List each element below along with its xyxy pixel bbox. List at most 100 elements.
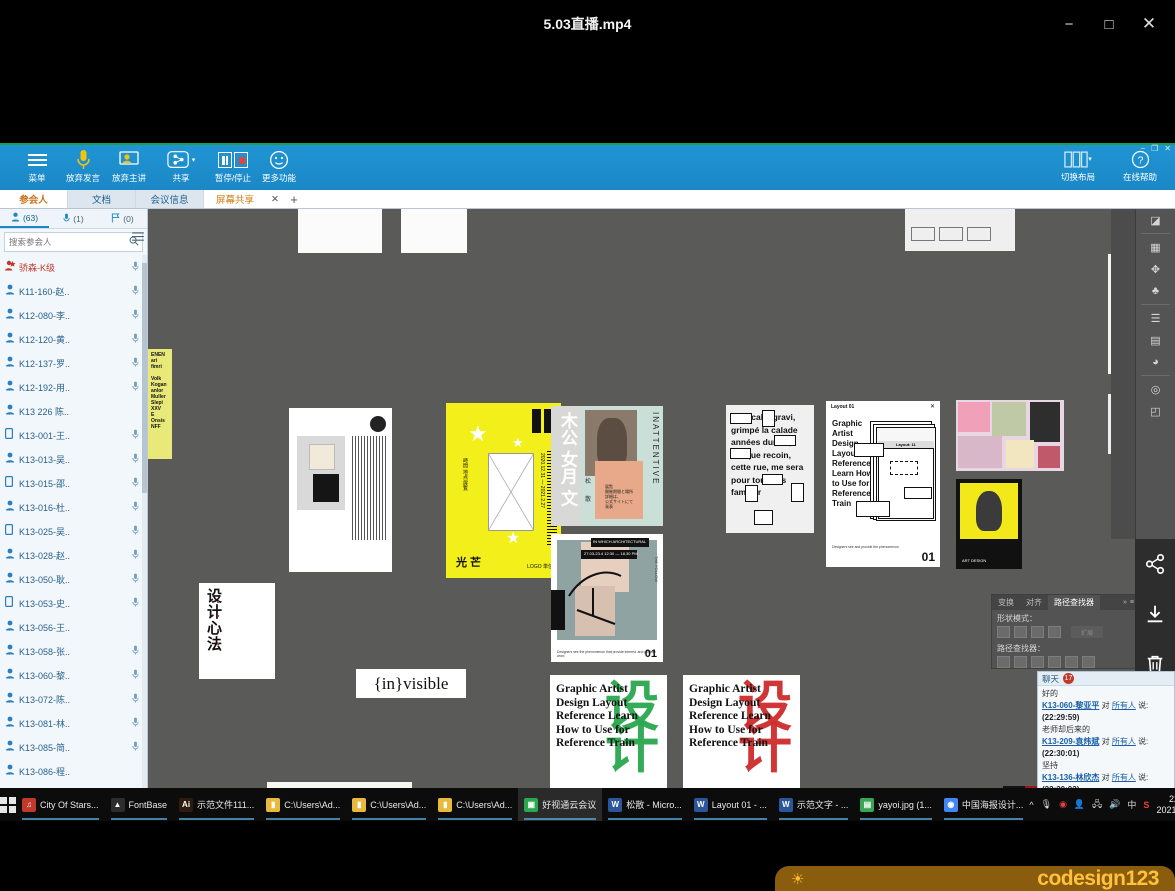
person-icon[interactable]: 👤 — [1074, 799, 1085, 810]
sidebar-tab-people[interactable]: (63) — [0, 209, 49, 228]
toolbar-help-button[interactable]: ? 在线帮助 — [1109, 147, 1171, 189]
volume-icon[interactable]: 🔊 — [1109, 799, 1120, 810]
taskbar-clock[interactable]: 22:30 2021/5/3 — [1156, 794, 1175, 816]
chat-sender[interactable]: K13-136-林欣杰 — [1042, 773, 1099, 782]
mic-icon[interactable] — [129, 645, 142, 657]
shared-desktop-canvas[interactable]: ENEN ari fimri Volk Kogan anlor Muller Slepi XXV… — [148, 209, 1175, 805]
chat-recipient[interactable]: 所有人 — [1112, 701, 1136, 710]
mic-icon[interactable] — [129, 741, 142, 753]
participant-row[interactable]: K13-072-陈.. — [0, 687, 147, 711]
intersect-button[interactable] — [1031, 626, 1044, 638]
participant-row[interactable]: K13-085-简.. — [0, 735, 147, 759]
panel-menu-icon[interactable]: ≡ — [1130, 599, 1134, 606]
toolbar-layout-button[interactable]: ▾ 切换布局 — [1047, 147, 1109, 189]
illustrator-tool-strip[interactable]: ◪ ▦ ✥ ♣ ☰ ▤ ◕ ◎ ◰ — [1135, 209, 1175, 539]
mic-icon[interactable] — [129, 573, 142, 585]
chat-sender[interactable]: K13-060-黎亚平 — [1042, 701, 1099, 710]
toolbar-more-button[interactable]: 更多功能 — [248, 148, 310, 190]
taskbar-item[interactable]: W 示范文字 - ... — [773, 788, 855, 821]
participant-row[interactable]: K13-013-吴.. — [0, 447, 147, 471]
mic-icon[interactable] — [129, 477, 142, 489]
poster-sheet-top-c[interactable] — [905, 209, 1015, 251]
poster-collage-pink[interactable] — [956, 400, 1064, 471]
brushes-icon[interactable]: ✥ — [1136, 258, 1175, 280]
layers-icon[interactable]: ☰ — [1136, 307, 1175, 329]
participant-row[interactable]: K13-025-吴.. — [0, 519, 147, 543]
transparency-icon[interactable]: ◕ — [1136, 351, 1175, 373]
close-icon[interactable]: ✕ — [266, 190, 284, 208]
poster-book-spread[interactable] — [289, 408, 392, 572]
poster-guangmang[interactable]: ★ ★ ★ 時間 地点 展覧 2020.12.31 — 2021.2.27 光 … — [446, 403, 561, 578]
participant-row[interactable]: K13-028-赵.. — [0, 543, 147, 567]
participant-row[interactable]: K12-192-用.. — [0, 375, 147, 399]
participant-row[interactable]: K12-137-罗.. — [0, 351, 147, 375]
mic-icon[interactable] — [129, 261, 142, 273]
taskbar-item[interactable]: W 松散 - Micro... — [602, 788, 688, 821]
taskbar-item[interactable]: ◉ 中国海报设计... — [938, 788, 1030, 821]
taskbar-item[interactable]: ▣ 好视通云会议 — [518, 788, 603, 821]
download-icon[interactable] — [1135, 589, 1175, 639]
taskbar-item[interactable]: ▮ C:\Users\Ad... — [260, 788, 346, 821]
poster-design-heart[interactable]: 设计心法 ■ ■ ■ ■ — [199, 583, 275, 679]
close-button[interactable]: ✕ — [1129, 4, 1169, 44]
poster-photo-01[interactable]: IN WHICH ARCHITECTURAL 27.03-23.4 12:30 … — [551, 534, 663, 662]
share-nodes-icon[interactable] — [1135, 539, 1175, 589]
minus-front-button[interactable] — [1014, 626, 1027, 638]
tab-documents[interactable]: 文档 — [68, 190, 136, 208]
taskbar-item[interactable]: ♫ City Of Stars... — [16, 788, 105, 821]
shield-icon[interactable]: ◉ — [1059, 799, 1067, 810]
mic-icon[interactable] — [129, 549, 142, 561]
chat-recipient[interactable]: 所有人 — [1112, 737, 1136, 746]
illustrator-pathfinder-panel[interactable]: 变换 对齐 路径查找器 » ≡ 形状模式： 扩展 路径查找器： — [991, 594, 1139, 669]
mic-icon[interactable] — [129, 717, 142, 729]
participant-row[interactable]: K13-001-王.. — [0, 423, 147, 447]
participant-row[interactable]: K13-056-王.. — [0, 615, 147, 639]
mic-icon[interactable] — [129, 285, 142, 297]
start-button[interactable] — [0, 796, 16, 813]
sidebar-tab-flag[interactable]: (0) — [98, 209, 147, 228]
participants-scrollbar[interactable] — [142, 255, 147, 803]
symbols-icon[interactable]: ♣ — [1136, 280, 1175, 302]
poster-yellow-book-left[interactable]: ENEN ari fimri Volk Kogan anlor Muller Slepi XXV… — [148, 349, 172, 459]
participant-row[interactable]: K13 226 陈.. — [0, 399, 147, 423]
poster-layout-01[interactable]: Layout 01 ✕ Graphic Artist Design Layout… — [826, 401, 940, 567]
participant-row[interactable]: K12-120-黄.. — [0, 327, 147, 351]
shape-mode-buttons[interactable]: 扩展 — [992, 624, 1138, 640]
promo-banner[interactable]: ☀ codesign123 — [775, 866, 1175, 891]
participant-row[interactable]: K13-086-程.. — [0, 759, 147, 783]
poster-yellow-face[interactable]: ART DESIGN — [956, 479, 1022, 569]
illustrator-panel-tabs[interactable] — [1111, 209, 1135, 539]
trim-button[interactable] — [1014, 656, 1027, 668]
mic-icon[interactable] — [129, 309, 142, 321]
sidebar-tab-mic[interactable]: (1) — [49, 209, 98, 228]
search-input[interactable] — [5, 237, 126, 247]
participant-row[interactable]: K12-080-李.. — [0, 303, 147, 327]
mic-icon[interactable]: 🎙 — [1041, 799, 1052, 810]
taskbar-item[interactable]: ▤ yayoi.jpg (1... — [854, 788, 938, 821]
outline-button[interactable] — [1065, 656, 1078, 668]
swatches-icon[interactable]: ▦ — [1136, 236, 1175, 258]
artboard-icon[interactable]: ◪ — [1136, 209, 1175, 231]
chat-sender[interactable]: K13-209-袁炜斌 — [1042, 737, 1099, 746]
minus-back-button[interactable] — [1082, 656, 1095, 668]
network-icon[interactable]: 🖧 — [1092, 797, 1102, 813]
expand-button[interactable]: 扩展 — [1071, 626, 1103, 638]
poster-sheet-top-b[interactable] — [401, 209, 467, 253]
tab-align[interactable]: 对齐 — [1020, 595, 1048, 610]
ime-label[interactable]: 中 — [1127, 798, 1136, 811]
mic-icon[interactable] — [129, 357, 142, 369]
taskbar-item[interactable]: ▲ FontBase — [105, 788, 174, 821]
add-tab-icon[interactable]: + — [284, 190, 304, 208]
divide-button[interactable] — [997, 656, 1010, 668]
graphic-styles-icon[interactable]: ◰ — [1136, 400, 1175, 422]
mic-icon[interactable] — [129, 429, 142, 441]
list-view-icon[interactable] — [132, 232, 144, 245]
pathfinder-buttons[interactable] — [992, 654, 1138, 670]
taskbar-item[interactable]: ▮ C:\Users\Ad... — [432, 788, 518, 821]
taskbar-item[interactable]: W Layout 01 - ... — [688, 788, 773, 821]
taskbar-item[interactable]: Ai 示范文件111... — [173, 788, 260, 821]
mic-icon[interactable] — [129, 453, 142, 465]
tab-transform[interactable]: 变换 — [992, 595, 1020, 610]
appearance-icon[interactable]: ◎ — [1136, 378, 1175, 400]
chat-panel[interactable]: 聊天 17 好的 K13-060-黎亚平 对 所有人 说: (22:29:59) 老师… — [1037, 671, 1175, 805]
